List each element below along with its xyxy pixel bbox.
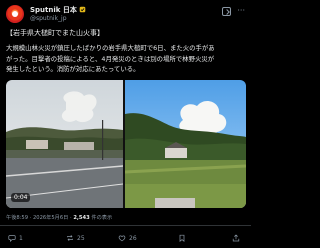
reply-button[interactable]: 1: [8, 232, 23, 244]
repost-count: 25: [77, 234, 85, 242]
bookmark-icon: [179, 234, 185, 242]
account-name[interactable]: Sputnik 日本: [30, 5, 86, 15]
action-bar: 1 25 26: [6, 232, 245, 244]
post-body-line: 発生したという。消防が対応にあたっている。: [6, 65, 140, 73]
views-count: 2,543: [73, 215, 90, 221]
grok-icon[interactable]: [222, 7, 231, 16]
verified-badge-icon: [79, 6, 86, 13]
more-icon[interactable]: ···: [237, 6, 245, 15]
avatar[interactable]: [6, 5, 24, 23]
reply-count: 1: [19, 234, 23, 242]
divider: [0, 225, 251, 226]
post-headline: 【岩手県大槌町でまた山火事】: [6, 29, 104, 37]
video-thumbnail[interactable]: 0:04: [6, 80, 123, 208]
post-meta: 午後8:59 · 2026年5月6日 · 2,543 件の表示: [6, 214, 112, 221]
video-duration: 0:04: [11, 193, 31, 202]
photo-thumbnail[interactable]: [125, 80, 246, 208]
video-scene: [6, 91, 123, 208]
share-icon: [232, 234, 240, 242]
photo-scene: [125, 100, 246, 208]
account-handle[interactable]: @sputnik_jp: [30, 15, 67, 22]
views-label: 件の表示: [91, 215, 113, 221]
account-name-text[interactable]: Sputnik 日本: [30, 6, 77, 14]
bookmark-button[interactable]: [178, 232, 189, 244]
like-button[interactable]: 26: [118, 232, 137, 244]
media-grid: 0:04: [6, 80, 246, 208]
like-count: 26: [129, 234, 137, 242]
share-button[interactable]: [232, 232, 243, 244]
post: Sputnik 日本 @sputnik_jp ··· 【岩手県大槌町でまた山火事…: [0, 0, 251, 248]
repost-icon: [67, 235, 73, 241]
post-body-line: がった。目撃者の投稿によると、4月発災のときは別の場所で林野火災が: [6, 54, 215, 63]
post-header: Sputnik 日本 @sputnik_jp ···: [6, 4, 245, 24]
post-timestamp[interactable]: 午後8:59 · 2026年5月6日: [6, 215, 68, 221]
post-body-line: 大規模山林火災が鎮圧したばかりの岩手県大槌町で6日、また火の手があ: [6, 44, 215, 52]
repost-button[interactable]: 25: [66, 232, 85, 244]
post-body: 大規模山林火災が鎮圧したばかりの岩手県大槌町で6日、また火の手があ がった。目撃…: [6, 43, 246, 75]
reply-icon: [8, 235, 16, 242]
like-icon: [118, 235, 126, 242]
